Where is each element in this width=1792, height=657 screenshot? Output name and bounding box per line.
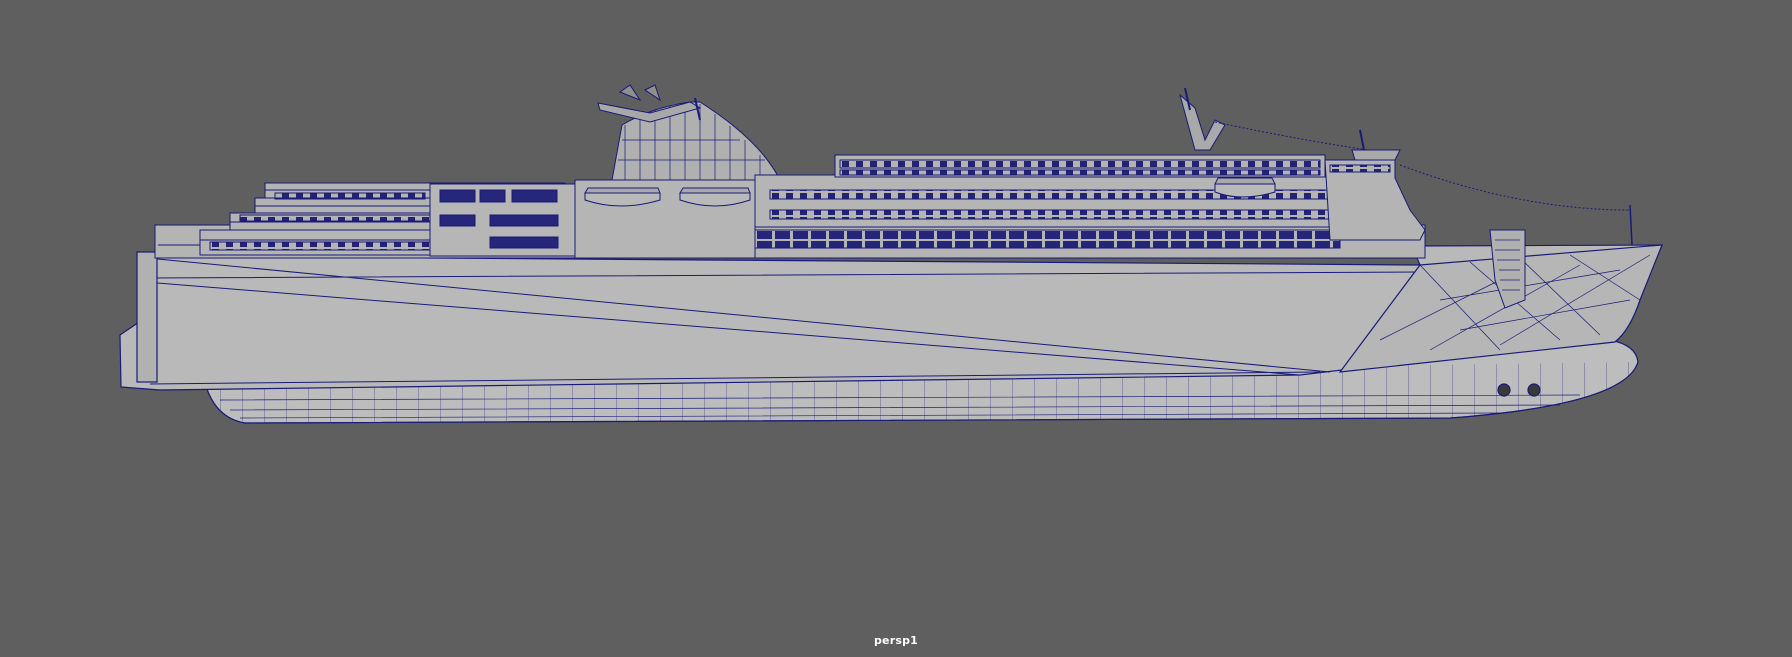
rigging-aft — [1214, 121, 1369, 151]
lifeboat-aft-1 — [584, 187, 661, 207]
camera-name-label: persp1 — [873, 634, 919, 647]
bow-thruster-2 — [1527, 383, 1541, 397]
rigging-fore — [1399, 164, 1631, 211]
ship-model-render[interactable] — [0, 0, 1792, 657]
maya-perspective-viewport[interactable]: persp1 — [0, 0, 1792, 657]
bow-thruster-1 — [1497, 383, 1511, 397]
ship-hull[interactable] — [119, 244, 1663, 424]
main-mast — [1179, 87, 1226, 151]
lifeboat-aft-2 — [679, 187, 751, 207]
lifeboat-forward — [1214, 177, 1276, 198]
fore-mast — [1351, 129, 1401, 161]
